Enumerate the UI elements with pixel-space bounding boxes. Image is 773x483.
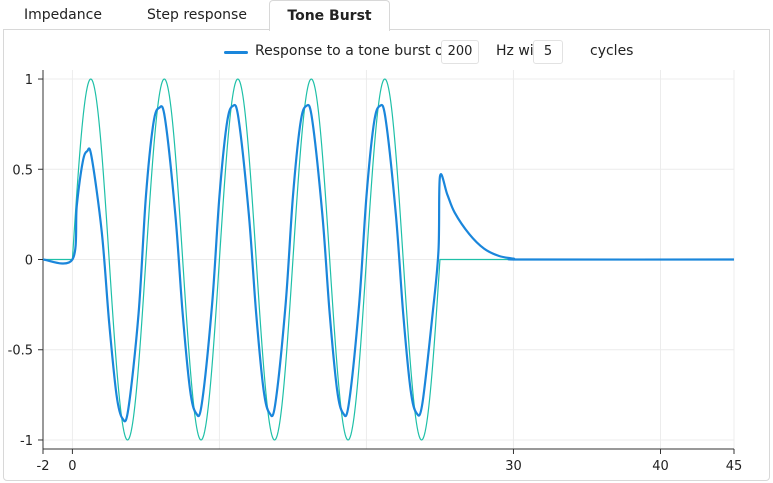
x-tick-label: 30 (505, 459, 522, 474)
response-line (42, 103, 735, 423)
x-tick-label: -2 (37, 459, 50, 474)
tone-burst-chart: 1 0.5 0 -0.5 -1 -2 0 30 40 45 (8, 70, 743, 474)
response-legend-swatch (224, 51, 248, 54)
x-tick-label: 0 (68, 459, 76, 474)
y-tick-label: 0.5 (12, 163, 33, 178)
x-tick-label: 40 (652, 459, 669, 474)
cycles-input[interactable] (533, 40, 563, 64)
y-tick-label: -1 (20, 434, 33, 449)
legend-text-middle: Hz wi (496, 43, 534, 59)
legend-text-after: cycles (590, 43, 634, 59)
tab-tone-burst[interactable]: Tone Burst (269, 0, 390, 31)
y-tick-label: 0 (25, 254, 33, 269)
legend-text-before: Response to a tone burst of (255, 43, 449, 59)
y-tick-label: -0.5 (8, 344, 33, 359)
x-tick-label: 45 (726, 459, 743, 474)
y-tick-label: 1 (25, 73, 33, 88)
frequency-input[interactable] (441, 40, 479, 64)
